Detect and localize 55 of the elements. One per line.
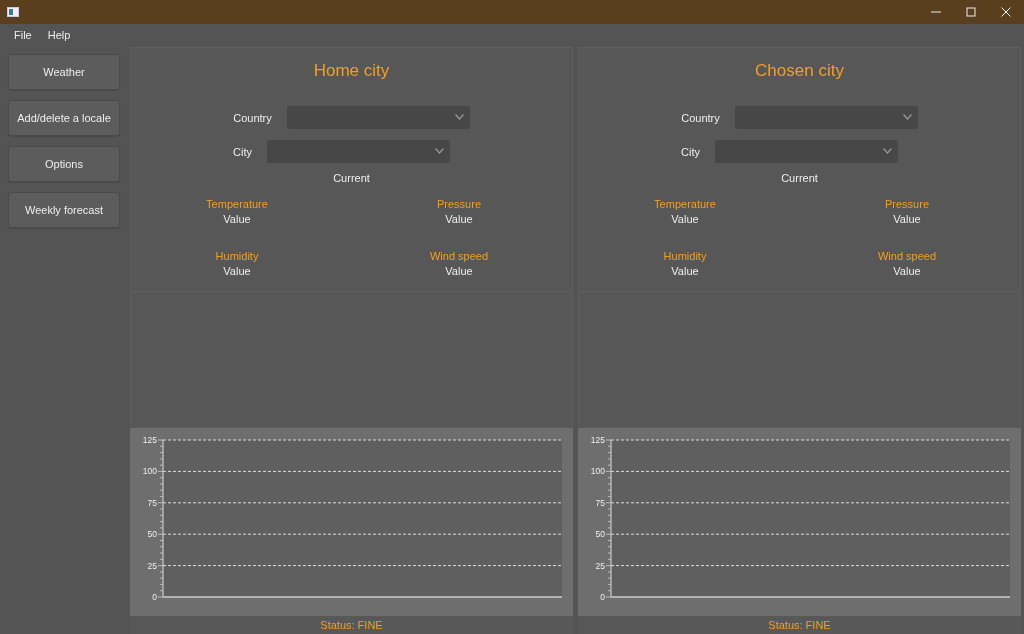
app-icon bbox=[7, 7, 19, 17]
dropdown-field[interactable] bbox=[286, 106, 470, 129]
metric-label: Humidity bbox=[215, 249, 259, 264]
tick-label: 0 bbox=[600, 592, 605, 602]
maximize-icon bbox=[966, 7, 976, 17]
tick-label: 25 bbox=[147, 560, 157, 571]
field-label: Country bbox=[233, 111, 272, 124]
status-text: Status: FINE bbox=[768, 619, 831, 631]
metric-value: Value bbox=[893, 212, 921, 227]
metric-label: Wind speed bbox=[877, 249, 937, 264]
chevron-down-icon bbox=[454, 114, 464, 120]
field-label: City bbox=[233, 145, 252, 158]
tick-label: 100 bbox=[590, 466, 605, 477]
metric-value: Value bbox=[223, 212, 251, 227]
chevron-down-icon bbox=[902, 114, 912, 120]
metric-value: Value bbox=[893, 264, 921, 279]
metric-label: Humidity bbox=[663, 249, 707, 264]
chevron-down-icon bbox=[882, 148, 892, 154]
sidebar-button[interactable]: Add/delete a locale bbox=[8, 100, 120, 136]
status-text: Status: FINE bbox=[320, 619, 383, 631]
tick-label: 125 bbox=[590, 435, 605, 445]
tick-label: 125 bbox=[142, 435, 157, 445]
dropdown-field[interactable] bbox=[266, 140, 450, 163]
section-label: Current bbox=[781, 172, 818, 184]
sidebar-button[interactable]: Weather bbox=[8, 54, 120, 90]
metric-label: Temperature bbox=[654, 197, 716, 212]
tick-label: 100 bbox=[142, 466, 157, 477]
chevron-down-icon bbox=[434, 148, 444, 154]
menu-item[interactable]: File bbox=[6, 28, 40, 41]
tick-label: 50 bbox=[595, 529, 605, 540]
close-icon bbox=[1001, 7, 1011, 17]
metric-value: Value bbox=[445, 264, 473, 279]
tick-label: 75 bbox=[147, 497, 157, 508]
sidebar-button[interactable]: Options bbox=[8, 146, 120, 182]
metric-label: Pressure bbox=[437, 197, 481, 212]
panel-title: Home city bbox=[313, 60, 390, 82]
field-label: City bbox=[681, 145, 700, 158]
metric-value: Value bbox=[223, 264, 251, 279]
metric-label: Pressure bbox=[885, 197, 929, 212]
metric-value: Value bbox=[671, 264, 699, 279]
metric-label: Temperature bbox=[206, 197, 268, 212]
tick-label: 50 bbox=[147, 529, 157, 540]
metric-value: Value bbox=[445, 212, 473, 227]
section-label: Current bbox=[333, 172, 370, 184]
field-label: Country bbox=[681, 111, 720, 124]
metric-label: Wind speed bbox=[429, 249, 489, 264]
tick-label: 25 bbox=[595, 560, 605, 571]
tick-label: 0 bbox=[152, 592, 157, 602]
menu-item[interactable]: Help bbox=[39, 28, 79, 41]
dropdown-field[interactable] bbox=[734, 106, 918, 129]
tick-label: 75 bbox=[595, 497, 605, 508]
panel-title: Chosen city bbox=[755, 60, 844, 82]
metric-value: Value bbox=[671, 212, 699, 227]
dropdown-field[interactable] bbox=[714, 140, 898, 163]
sidebar-button[interactable]: Weekly forecast bbox=[8, 192, 120, 228]
